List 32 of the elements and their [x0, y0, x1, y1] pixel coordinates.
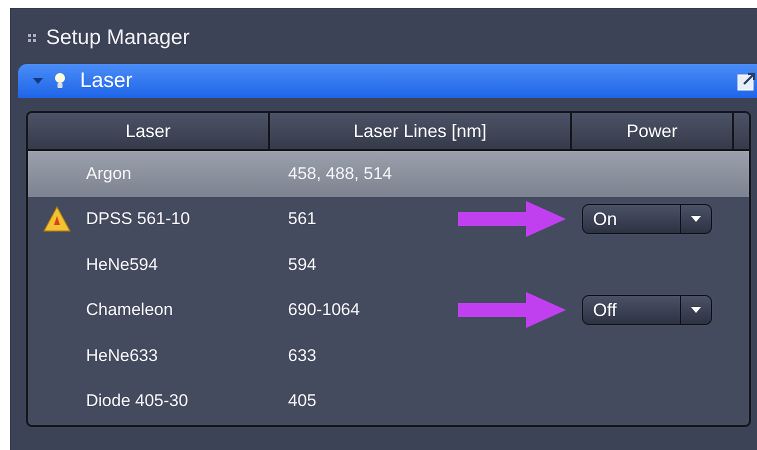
power-dropdown[interactable]: Off — [582, 295, 712, 326]
laser-lines: 561 — [288, 209, 318, 230]
grip-icon — [28, 34, 38, 42]
caret-icon[interactable] — [32, 76, 44, 86]
laser-lines: 458, 488, 514 — [288, 164, 393, 184]
table-row[interactable]: HeNe594 594 — [28, 242, 749, 288]
column-header[interactable]: Power — [572, 113, 734, 149]
column-header[interactable]: Laser — [28, 113, 270, 149]
laser-name: Argon — [86, 164, 132, 184]
laser-name: HeNe594 — [86, 254, 159, 275]
laser-name: Diode 405-30 — [86, 391, 190, 412]
section-title: Laser — [80, 69, 134, 93]
laser-lines: 690-1064 — [288, 300, 361, 320]
laser-lines: 405 — [288, 391, 318, 412]
column-header[interactable]: Laser Lines [nm] — [270, 113, 572, 149]
laser-name: HeNe633 — [86, 346, 159, 366]
panel-title: Setup Manager — [46, 26, 190, 50]
caret-icon — [691, 307, 701, 314]
power-dropdown[interactable]: On — [582, 204, 712, 234]
laser-name: DPSS 561-10 — [86, 209, 191, 230]
table-row[interactable]: DPSS 561-10 561 On — [28, 196, 749, 242]
table-row[interactable]: Diode 405-30 405 — [28, 378, 749, 424]
caret-icon — [691, 216, 701, 222]
laser-lines: 633 — [288, 346, 318, 366]
pop-out-icon[interactable] — [737, 71, 757, 91]
laser-name: Chameleon — [86, 300, 174, 320]
table-row[interactable]: HeNe633 633 — [28, 333, 749, 378]
light-bulb-icon — [54, 72, 66, 90]
laser-lines: 594 — [288, 254, 318, 275]
table-row[interactable]: Chameleon 690-1064 Off — [28, 288, 749, 333]
section-header[interactable]: Laser — [18, 64, 757, 98]
warning-icon — [42, 205, 72, 234]
